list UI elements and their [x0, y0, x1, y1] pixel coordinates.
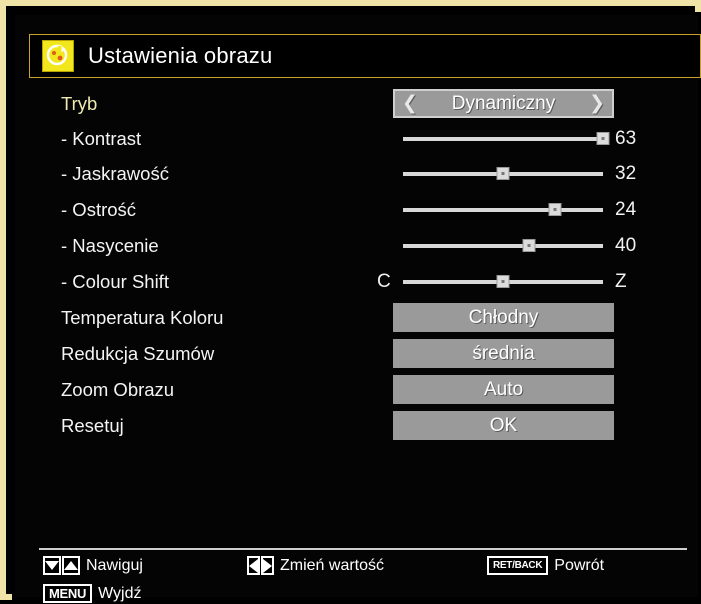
arrow-left-icon[interactable]	[247, 556, 260, 575]
menu-row-nasycenie[interactable]: - Nasycenie 40	[15, 227, 701, 264]
menu-row-label: - Kontrast	[61, 127, 142, 149]
menu-row-label: Redukcja Szumów	[61, 342, 215, 364]
jaskrawosc-value: 32	[615, 162, 637, 184]
hint-navigate: Nawiguj	[43, 556, 143, 575]
menu-row-resetuj[interactable]: Resetuj OK	[15, 407, 701, 444]
zoom-obrazu-value[interactable]: Auto	[393, 375, 614, 404]
chevron-right-icon[interactable]: ❯	[582, 94, 612, 113]
menu-row-kontrast[interactable]: - Kontrast 63	[15, 120, 701, 157]
menu-row-label: - Colour Shift	[61, 270, 169, 292]
menu-row-label: Resetuj	[61, 414, 124, 436]
page-title: Ustawienia obrazu	[88, 43, 273, 68]
hint-label: Nawiguj	[86, 556, 143, 574]
arrow-up-icon[interactable]	[62, 556, 80, 575]
menu-row-label: - Ostrość	[61, 198, 137, 220]
slider-track	[403, 166, 603, 180]
arrow-right-icon[interactable]	[261, 556, 274, 575]
kontrast-slider[interactable]	[403, 120, 610, 157]
slider-track	[403, 202, 603, 216]
menu-row-label: Tryb	[61, 92, 98, 114]
hint-label: Zmień wartość	[280, 556, 385, 574]
ostrosc-slider[interactable]	[403, 191, 603, 228]
menu-row-redukcja-szumow[interactable]: Redukcja Szumów średnia	[15, 335, 701, 372]
slider-knob[interactable]	[596, 131, 610, 145]
slider-track	[403, 131, 610, 145]
menu-key-label: MENU	[49, 586, 87, 601]
hint-change-value: Zmień wartość	[247, 556, 384, 575]
footer-hints: Nawiguj Zmień wartość RET/BACK Powrót ME…	[15, 552, 701, 604]
menu-row-ostrosc[interactable]: - Ostrość 24	[15, 191, 701, 228]
slider-knob[interactable]	[496, 274, 510, 288]
menu-row-zoom-obrazu[interactable]: Zoom Obrazu Auto	[15, 371, 701, 408]
resetuj-ok-button[interactable]: OK	[393, 411, 614, 440]
menu-row-label: Temperatura Koloru	[61, 306, 224, 328]
title-bar: Ustawienia obrazu	[29, 34, 701, 78]
mode-value: Dynamiczny	[451, 92, 556, 114]
ostrosc-value: 24	[615, 198, 637, 220]
temperatura-koloru-value[interactable]: Chłodny	[393, 303, 614, 332]
kontrast-value: 63	[615, 127, 637, 149]
ret-back-key-label: RET/BACK	[493, 559, 543, 571]
slider-track	[403, 274, 603, 288]
redukcja-szumow-value[interactable]: średnia	[393, 339, 614, 368]
hint-exit: MENU Wyjdź	[43, 584, 142, 603]
osd-outer-frame: Ustawienia obrazu Tryb ❮ Dynamiczny ❯ - …	[0, 0, 701, 603]
menu-row-label: Zoom Obrazu	[61, 378, 175, 400]
hint-label: Powrót	[554, 556, 605, 574]
colour-shift-left-label: C	[377, 270, 391, 292]
picture-settings-icon	[42, 40, 74, 72]
nasycenie-value: 40	[615, 234, 637, 256]
slider-track	[403, 238, 603, 252]
osd-panel: Ustawienia obrazu Tryb ❮ Dynamiczny ❯ - …	[12, 12, 701, 603]
colour-shift-slider[interactable]	[403, 263, 603, 300]
menu-row-label: - Nasycenie	[61, 234, 159, 256]
chevron-left-icon[interactable]: ❮	[395, 94, 425, 113]
menu-row-label: - Jaskrawość	[61, 162, 169, 184]
arrow-down-icon[interactable]	[43, 556, 61, 575]
nasycenie-slider[interactable]	[403, 227, 603, 264]
slider-knob[interactable]	[522, 238, 536, 252]
menu-row-jaskrawosc[interactable]: - Jaskrawość 32	[15, 155, 701, 192]
ret-back-key-icon[interactable]: RET/BACK	[487, 556, 549, 575]
jaskrawosc-slider[interactable]	[403, 155, 603, 192]
mode-spinner[interactable]: ❮ Dynamiczny ❯	[393, 89, 614, 118]
menu-row-tryb[interactable]: Tryb ❮ Dynamiczny ❯	[15, 85, 701, 122]
menu-row-colour-shift[interactable]: - Colour Shift C Z	[15, 263, 701, 300]
menu-row-temperatura-koloru[interactable]: Temperatura Koloru Chłodny	[15, 299, 701, 336]
menu-key-icon[interactable]: MENU	[43, 584, 93, 603]
hint-return: RET/BACK Powrót	[487, 556, 604, 575]
footer-divider	[39, 548, 687, 550]
colour-shift-right-label: Z	[615, 270, 627, 292]
slider-knob[interactable]	[548, 202, 562, 216]
slider-knob[interactable]	[496, 166, 510, 180]
